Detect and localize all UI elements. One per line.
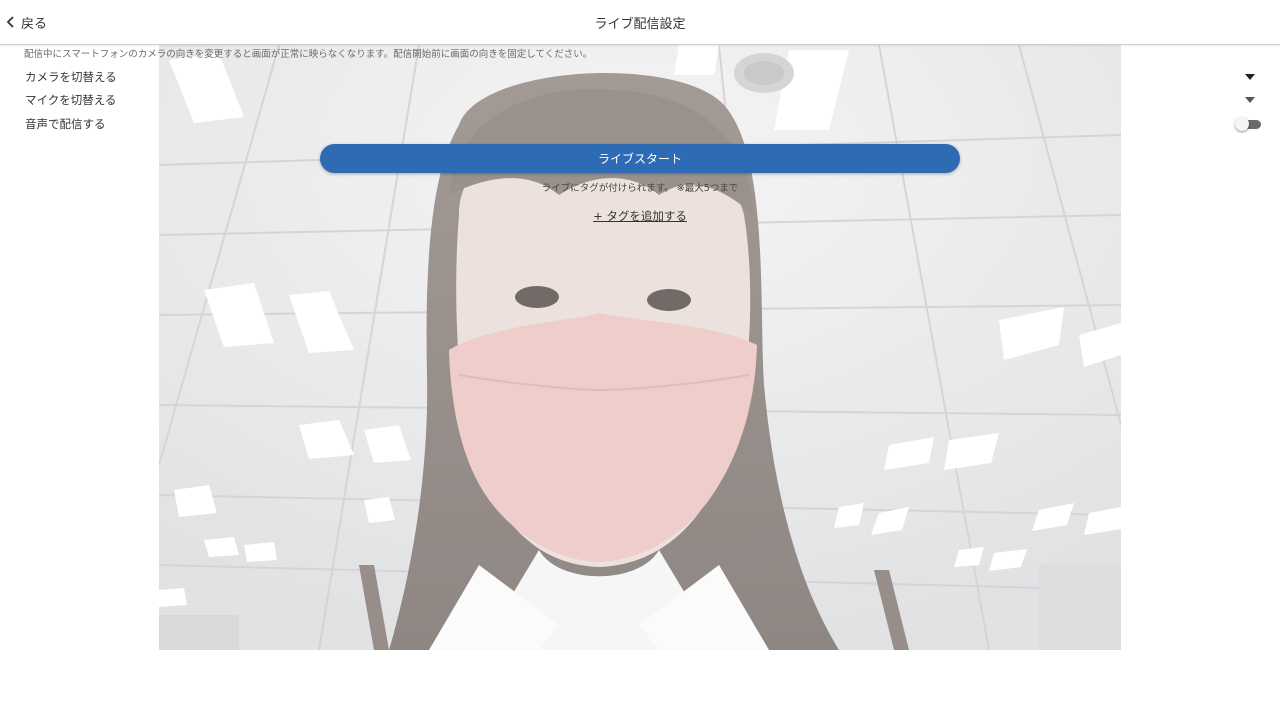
orientation-warning: 配信中にスマートフォンのカメラの向きを変更すると画面が正常に映らなくなります。配…: [24, 49, 593, 60]
caret-down-icon[interactable]: [1245, 74, 1255, 80]
mic-switch-label: マイクを切替える: [25, 93, 117, 107]
header-bar: 戻る ライブ配信設定: [0, 0, 1280, 45]
camera-switch-select[interactable]: カメラを切替える: [25, 67, 1265, 87]
camera-switch-label: カメラを切替える: [25, 70, 117, 84]
preview-dim-overlay: [159, 45, 1121, 650]
page-title: ライブ配信設定: [594, 17, 686, 32]
tag-note: ライブにタグが付けられます。 ※最大5つまで: [541, 183, 739, 194]
caret-down-icon[interactable]: [1245, 97, 1255, 103]
audio-broadcast-label: 音声で配信する: [25, 117, 106, 131]
live-start-button[interactable]: ライブスタート: [320, 144, 960, 173]
toggle-knob: [1235, 117, 1249, 131]
audio-broadcast-toggle[interactable]: [1235, 117, 1261, 131]
audio-broadcast-row: 音声で配信する: [25, 114, 1265, 134]
mic-switch-select[interactable]: マイクを切替える: [25, 90, 1265, 110]
add-tag-link[interactable]: + タグを追加する: [0, 208, 1280, 224]
